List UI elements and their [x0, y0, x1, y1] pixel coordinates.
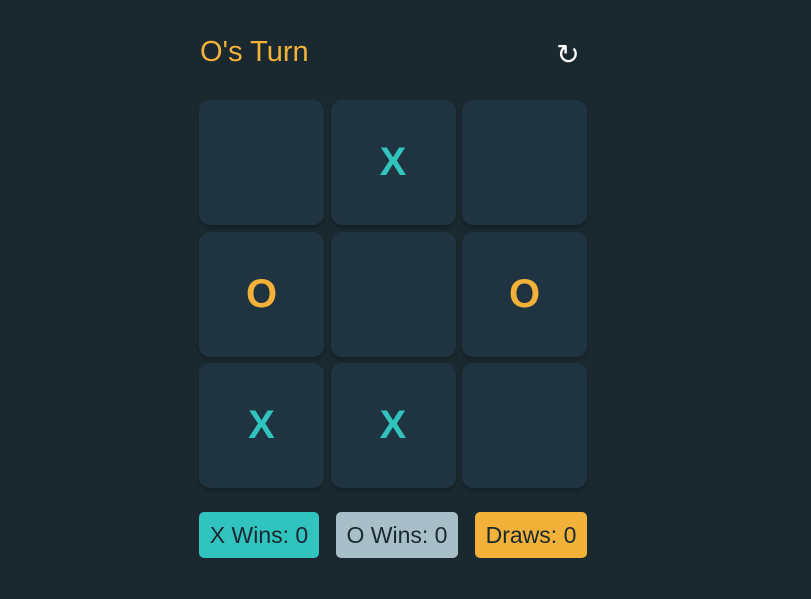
board-cell-2[interactable]: X: [330, 100, 456, 225]
game-board: X O O X X: [199, 100, 587, 488]
o-wins-badge: O Wins: 0: [336, 512, 458, 558]
board-cell-1[interactable]: [199, 100, 324, 225]
tic-tac-toe-game: O's Turn ↻ X O O X X X Wins: 0 O Wins: 0…: [199, 30, 587, 558]
scoreboard: X Wins: 0 O Wins: 0 Draws: 0: [199, 512, 587, 558]
board-cell-5[interactable]: [330, 231, 456, 357]
board-cell-6[interactable]: O: [462, 231, 587, 357]
restart-icon[interactable]: ↻: [553, 38, 583, 72]
board-cell-3[interactable]: [462, 100, 587, 225]
board-cell-4[interactable]: O: [199, 231, 324, 357]
x-wins-badge: X Wins: 0: [199, 512, 319, 558]
turn-indicator: O's Turn: [200, 36, 309, 68]
board-cell-8[interactable]: X: [330, 363, 456, 488]
game-header: O's Turn ↻: [199, 30, 587, 80]
draws-badge: Draws: 0: [475, 512, 587, 558]
board-cell-7[interactable]: X: [199, 363, 324, 488]
board-cell-9[interactable]: [462, 363, 587, 488]
